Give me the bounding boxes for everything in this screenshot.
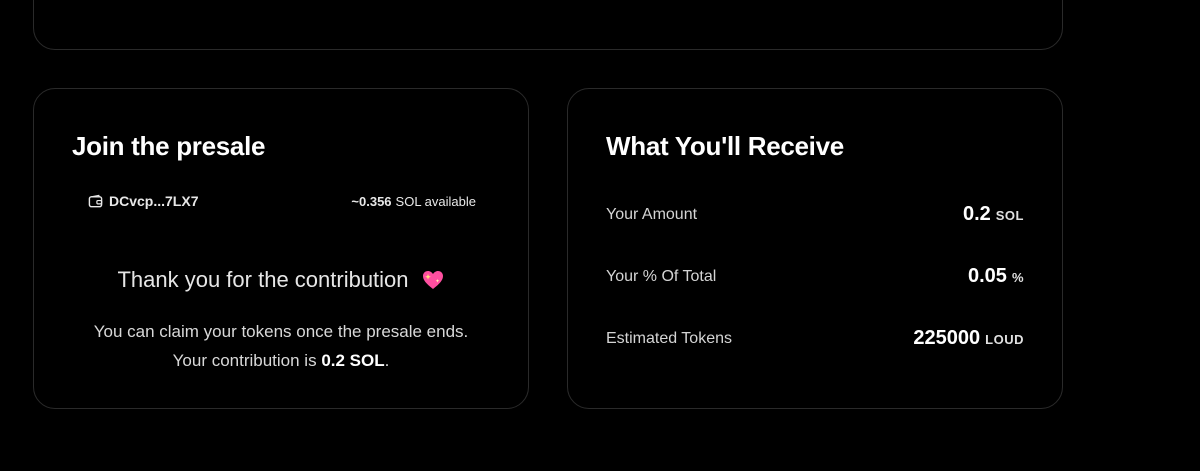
join-presale-card: Join the presale DCvcp...7LX7 ~0.356 SOL …: [33, 88, 529, 409]
estimated-tokens-row: Estimated Tokens 225000 LOUD: [606, 327, 1024, 350]
row-label: Your Amount: [606, 205, 698, 223]
row-value: 0.05: [968, 265, 1007, 287]
top-card: [33, 0, 1063, 50]
your-amount-row: Your Amount 0.2 SOL: [606, 203, 1024, 226]
row-unit: SOL: [995, 208, 1024, 223]
available-suffix: SOL available: [395, 193, 476, 209]
row-label: Your % Of Total: [606, 267, 717, 285]
row-unit: LOUD: [985, 332, 1024, 347]
percent-of-total-row: Your % Of Total 0.05%: [606, 265, 1024, 288]
row-value-group: 0.05%: [968, 265, 1024, 288]
row-value-group: 0.2 SOL: [963, 203, 1024, 226]
receive-title: What You'll Receive: [606, 131, 844, 161]
thank-you-text: Thank you for the contribution: [117, 267, 409, 292]
wallet-row: DCvcp...7LX7 ~0.356 SOL available: [88, 191, 476, 211]
claim-message: You can claim your tokens once the presa…: [34, 317, 528, 375]
sparkling-heart-icon: [422, 271, 443, 289]
join-presale-title: Join the presale: [72, 131, 266, 161]
wallet-icon: [88, 194, 103, 207]
wallet-address: DCvcp...7LX7: [109, 193, 199, 209]
row-value: 0.2: [962, 203, 991, 225]
contribution-line: Your contribution is 0.2 SOL.: [34, 346, 528, 375]
sol-available: ~0.356 SOL available: [351, 194, 476, 209]
thank-you-message: Thank you for the contribution: [34, 267, 528, 293]
row-label: Estimated Tokens: [606, 329, 732, 347]
row-value: 225000: [913, 327, 981, 349]
contribution-suffix: .: [384, 351, 390, 370]
available-amount: ~0.356: [351, 193, 392, 209]
row-unit: %: [1011, 270, 1024, 285]
receive-card: What You'll Receive Your Amount 0.2 SOL Y…: [567, 88, 1063, 409]
wallet-address-button[interactable]: DCvcp...7LX7: [88, 193, 198, 209]
claim-line: You can claim your tokens once the presa…: [93, 322, 469, 341]
contribution-value: 0.2 SOL: [321, 351, 385, 370]
contribution-prefix: Your contribution is: [172, 351, 317, 370]
row-value-group: 225000 LOUD: [913, 327, 1024, 350]
